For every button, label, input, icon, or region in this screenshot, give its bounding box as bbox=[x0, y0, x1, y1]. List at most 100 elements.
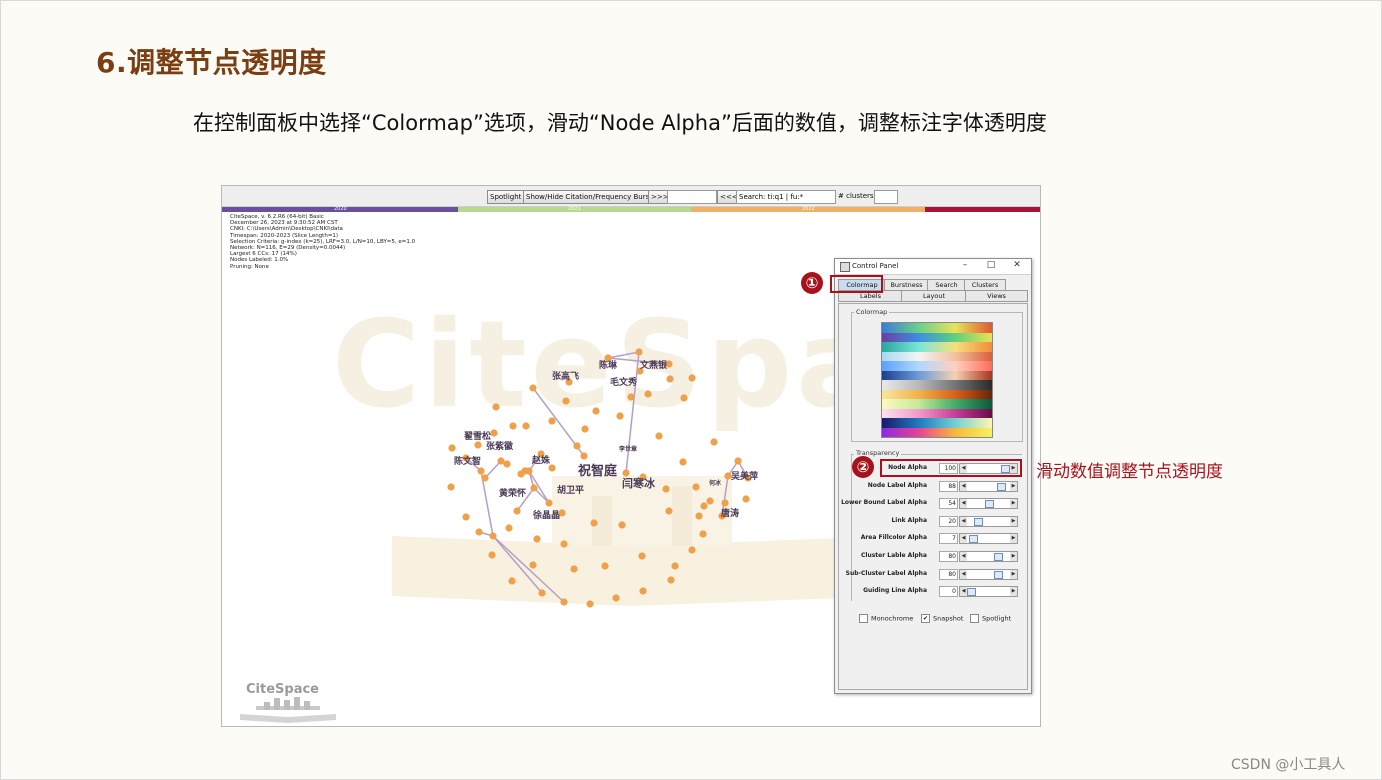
network-node[interactable] bbox=[570, 565, 578, 573]
network-node[interactable] bbox=[513, 507, 521, 515]
tab-views[interactable]: Views bbox=[965, 290, 1028, 302]
slider-thumb[interactable] bbox=[973, 517, 983, 526]
network-node[interactable] bbox=[548, 417, 556, 425]
slider-thumb[interactable] bbox=[967, 588, 976, 597]
network-node[interactable] bbox=[481, 474, 489, 482]
network-node[interactable] bbox=[573, 442, 581, 450]
alpha-slider[interactable]: ◀ ▶ bbox=[959, 551, 1018, 562]
network-node[interactable] bbox=[522, 422, 530, 430]
network-node[interactable] bbox=[538, 589, 546, 597]
network-node[interactable] bbox=[533, 535, 541, 543]
network-node[interactable] bbox=[590, 519, 598, 527]
network-node[interactable] bbox=[671, 562, 679, 570]
network-node[interactable] bbox=[529, 384, 537, 392]
network-node[interactable] bbox=[448, 444, 456, 452]
network-node[interactable] bbox=[688, 546, 696, 554]
network-node[interactable] bbox=[592, 407, 600, 415]
colormap-swatch[interactable] bbox=[882, 399, 992, 409]
slider-left-arrow-icon[interactable]: ◀ bbox=[960, 481, 967, 491]
maximize-icon[interactable]: □ bbox=[985, 260, 997, 270]
colormap-swatch[interactable] bbox=[882, 323, 992, 333]
network-node[interactable] bbox=[492, 403, 500, 411]
colormap-swatch[interactable] bbox=[882, 370, 992, 380]
alpha-value-field[interactable]: 0 bbox=[939, 586, 958, 598]
slider-left-arrow-icon[interactable]: ◀ bbox=[960, 587, 967, 597]
alpha-value-field[interactable]: 20 bbox=[939, 515, 958, 527]
network-node[interactable] bbox=[503, 460, 511, 468]
colormap-swatch[interactable] bbox=[882, 361, 992, 371]
colormap-swatch[interactable] bbox=[882, 351, 992, 361]
slider-thumb[interactable] bbox=[985, 500, 995, 509]
slider-right-arrow-icon[interactable]: ▶ bbox=[1010, 569, 1017, 579]
alpha-value-field[interactable]: 80 bbox=[939, 568, 958, 580]
alpha-value-field[interactable]: 80 bbox=[939, 551, 958, 562]
colormap-palette[interactable] bbox=[881, 322, 993, 438]
network-node[interactable] bbox=[688, 374, 696, 382]
network-node[interactable] bbox=[655, 432, 663, 440]
network-node[interactable] bbox=[638, 552, 646, 560]
network-node[interactable] bbox=[517, 470, 525, 478]
slider-left-arrow-icon[interactable]: ◀ bbox=[960, 534, 967, 544]
colormap-swatch[interactable] bbox=[882, 427, 992, 437]
network-node[interactable] bbox=[639, 587, 647, 595]
network-node[interactable] bbox=[447, 483, 455, 491]
network-node[interactable] bbox=[475, 528, 483, 536]
network-node[interactable] bbox=[666, 375, 674, 383]
slider-thumb[interactable] bbox=[996, 482, 1006, 491]
network-node[interactable] bbox=[710, 438, 718, 446]
slider-left-arrow-icon[interactable]: ◀ bbox=[960, 569, 967, 579]
checkbox-box[interactable] bbox=[970, 614, 979, 623]
alpha-slider[interactable]: ◀ ▶ bbox=[959, 568, 1018, 580]
slider-right-arrow-icon[interactable]: ▶ bbox=[1010, 499, 1017, 509]
alpha-slider[interactable]: ◀ ▶ bbox=[959, 515, 1018, 527]
alpha-slider[interactable]: ◀ ▶ bbox=[959, 498, 1018, 510]
network-node[interactable] bbox=[545, 499, 553, 507]
network-node[interactable] bbox=[488, 551, 496, 559]
network-node[interactable] bbox=[490, 429, 498, 437]
network-node[interactable] bbox=[644, 390, 652, 398]
monochrome-checkbox[interactable]: Monochrome bbox=[859, 614, 913, 624]
slider-right-arrow-icon[interactable]: ▶ bbox=[1010, 587, 1017, 597]
network-node[interactable] bbox=[627, 393, 635, 401]
checkbox-box[interactable] bbox=[859, 614, 868, 623]
slider-right-arrow-icon[interactable]: ▶ bbox=[1010, 516, 1017, 526]
network-node[interactable] bbox=[680, 394, 688, 402]
alpha-value-field[interactable]: 88 bbox=[939, 480, 958, 492]
minimize-icon[interactable]: – bbox=[959, 260, 971, 270]
slider-left-arrow-icon[interactable]: ◀ bbox=[960, 499, 967, 509]
snapshot-checkbox[interactable]: ✔ Snapshot bbox=[921, 614, 963, 624]
network-node[interactable] bbox=[612, 594, 620, 602]
alpha-slider[interactable]: ◀ ▶ bbox=[959, 480, 1018, 492]
network-node[interactable] bbox=[505, 524, 513, 532]
network-node[interactable] bbox=[601, 562, 609, 570]
slider-thumb[interactable] bbox=[969, 535, 979, 544]
network-node[interactable] bbox=[706, 497, 714, 505]
network-node[interactable] bbox=[529, 561, 537, 569]
network-node[interactable] bbox=[562, 397, 570, 405]
tab-layout[interactable]: Layout bbox=[901, 290, 967, 302]
alpha-value-field[interactable]: 54 bbox=[939, 498, 958, 510]
spotlight-checkbox[interactable]: Spotlight bbox=[970, 614, 1011, 624]
close-icon[interactable]: ✕ bbox=[1011, 260, 1023, 270]
network-node[interactable] bbox=[560, 598, 568, 606]
network-node[interactable] bbox=[581, 425, 589, 433]
network-node[interactable] bbox=[560, 540, 568, 548]
colormap-swatch[interactable] bbox=[882, 342, 992, 352]
network-node[interactable] bbox=[742, 495, 750, 503]
network-node[interactable] bbox=[700, 502, 708, 510]
slider-right-arrow-icon[interactable]: ▶ bbox=[1010, 552, 1017, 561]
network-node[interactable] bbox=[489, 532, 497, 540]
colormap-swatch[interactable] bbox=[882, 389, 992, 399]
network-node[interactable] bbox=[462, 513, 470, 521]
slider-thumb[interactable] bbox=[994, 553, 1004, 561]
network-node[interactable] bbox=[679, 458, 687, 466]
alpha-slider[interactable]: ◀ ▶ bbox=[959, 533, 1018, 545]
network-node[interactable] bbox=[667, 576, 675, 584]
colormap-swatch[interactable] bbox=[882, 408, 992, 418]
network-node[interactable] bbox=[474, 441, 482, 449]
slider-right-arrow-icon[interactable]: ▶ bbox=[1010, 481, 1017, 491]
network-node[interactable] bbox=[662, 485, 670, 493]
network-node[interactable] bbox=[530, 484, 538, 492]
network-node[interactable] bbox=[477, 467, 485, 475]
network-node[interactable] bbox=[508, 577, 516, 585]
